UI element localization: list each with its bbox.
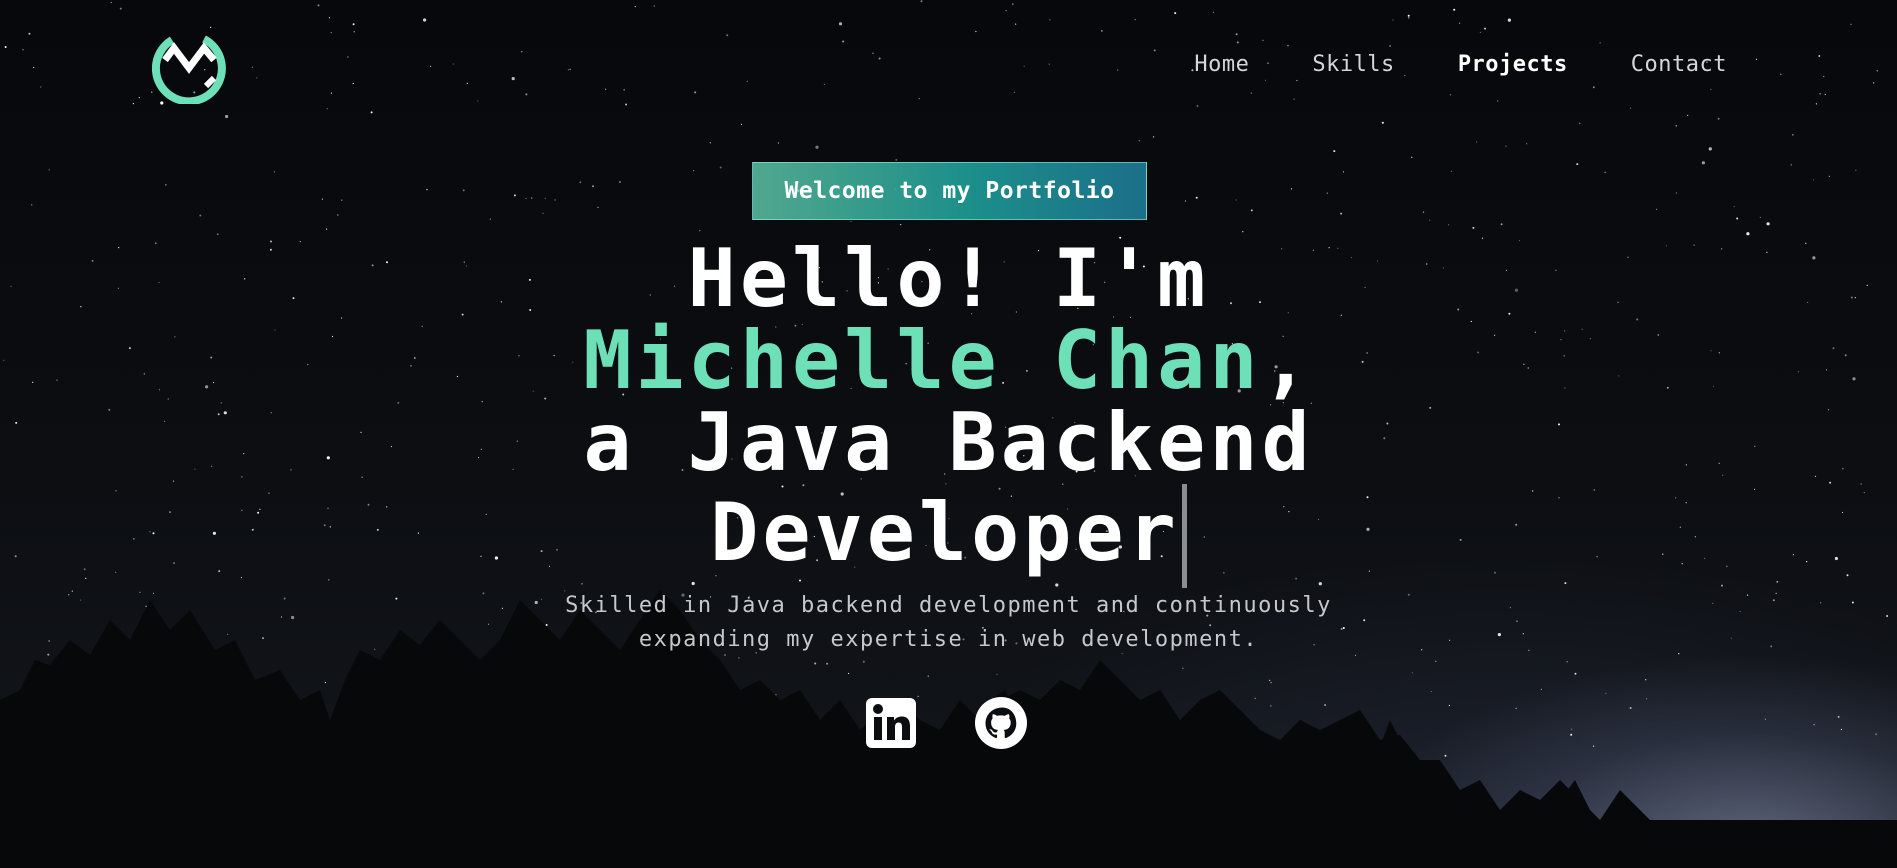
welcome-badge: Welcome to my Portfolio [752,162,1147,220]
headline-role: Developer [710,486,1180,579]
headline-line-2: Michelle Chan, [400,320,1497,402]
m-circle-logo-icon[interactable] [152,30,226,104]
typing-caret [1181,484,1187,588]
subtitle-line-1: Skilled in Java backend development and … [565,593,1332,618]
linkedin-icon[interactable] [864,696,918,750]
github-icon[interactable] [974,696,1028,750]
main-nav: Home Skills Projects Contact [1194,52,1727,77]
headline-line-1: Hello! I'm [687,232,1210,325]
hero-name: Michelle Chan [583,314,1262,407]
subtitle-line-2: expanding my expertise in web developmen… [638,627,1259,652]
headline-line-4: Developer [400,484,1497,588]
hero-headline: Hello! I'm Michelle Chan, a Java Backend… [400,238,1497,588]
headline-comma: , [1261,314,1314,407]
headline-line-3: a Java Backend [583,396,1314,489]
nav-skills[interactable]: Skills [1312,52,1394,77]
nav-home[interactable]: Home [1194,52,1249,77]
nav-contact[interactable]: Contact [1631,52,1727,77]
nav-projects[interactable]: Projects [1458,52,1568,77]
social-links [864,696,1028,750]
hero-subtitle: Skilled in Java backend development and … [500,589,1397,657]
